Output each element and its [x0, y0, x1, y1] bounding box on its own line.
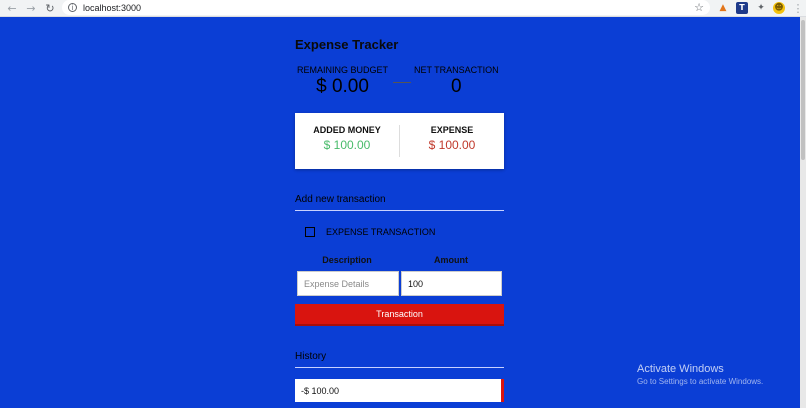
page-title: Expense Tracker [295, 37, 399, 52]
net-transaction: NET TRANSACTION 0 [414, 65, 499, 98]
description-input[interactable]: Expense Details [297, 271, 399, 296]
expense-transaction-toggle[interactable]: EXPENSE TRANSACTION [305, 227, 435, 237]
browser-toolbar: ← → ↻ i localhost:3000 ☆ ▲ T ✦ ☻ ⋮ [0, 0, 806, 17]
profile-avatar-icon[interactable]: ☻ [773, 2, 785, 14]
description-label: Description [322, 255, 372, 265]
history-item[interactable]: -$ 100.00 [295, 379, 504, 402]
expense-checkbox-label[interactable]: EXPENSE TRANSACTION [326, 227, 435, 237]
watermark-title: Activate Windows [637, 363, 724, 375]
menu-dots-icon[interactable]: ⋮ [791, 1, 805, 15]
metamask-extension-icon[interactable]: ▲ [717, 2, 729, 14]
summary-card: ADDED MONEY $ 100.00 EXPENSE $ 100.00 [295, 113, 504, 169]
remaining-budget-label: REMAINING BUDGET [297, 65, 389, 75]
transaction-button[interactable]: Transaction [295, 304, 504, 326]
info-icon[interactable]: i [68, 3, 77, 12]
expense-checkbox[interactable] [305, 227, 315, 237]
forward-arrow-icon[interactable]: → [24, 1, 38, 15]
stat-divider [393, 82, 411, 83]
net-transaction-value: 0 [451, 76, 462, 97]
expense-value: $ 100.00 [428, 138, 476, 152]
amount-label: Amount [434, 255, 468, 265]
puzzle-extension-icon[interactable]: ✦ [755, 2, 767, 14]
added-money-panel: ADDED MONEY $ 100.00 [295, 125, 399, 152]
amount-input[interactable]: 100 [401, 271, 502, 296]
address-url[interactable]: localhost:3000 [83, 3, 141, 13]
watermark-subtitle: Go to Settings to activate Windows. [637, 377, 764, 386]
address-bar[interactable]: i localhost:3000 ☆ [62, 0, 710, 15]
remaining-budget-value: $ 0.00 [316, 76, 369, 97]
history-heading: History [295, 351, 504, 368]
added-money-label: ADDED MONEY [313, 125, 381, 135]
bookmark-star-icon[interactable]: ☆ [694, 1, 704, 14]
back-arrow-icon[interactable]: ← [5, 1, 19, 15]
scrollbar-thumb[interactable] [801, 20, 805, 160]
windows-activation-watermark: Activate Windows Go to Settings to activ… [637, 363, 763, 386]
expense-panel: EXPENSE $ 100.00 [400, 125, 504, 152]
added-money-value: $ 100.00 [323, 138, 371, 152]
remaining-budget: REMAINING BUDGET $ 0.00 [297, 65, 388, 98]
reload-icon[interactable]: ↻ [43, 1, 57, 15]
net-transaction-label: NET TRANSACTION [414, 65, 499, 75]
trello-extension-icon[interactable]: T [736, 2, 748, 14]
add-transaction-heading: Add new transaction [295, 194, 504, 211]
expense-label: EXPENSE [430, 125, 474, 135]
